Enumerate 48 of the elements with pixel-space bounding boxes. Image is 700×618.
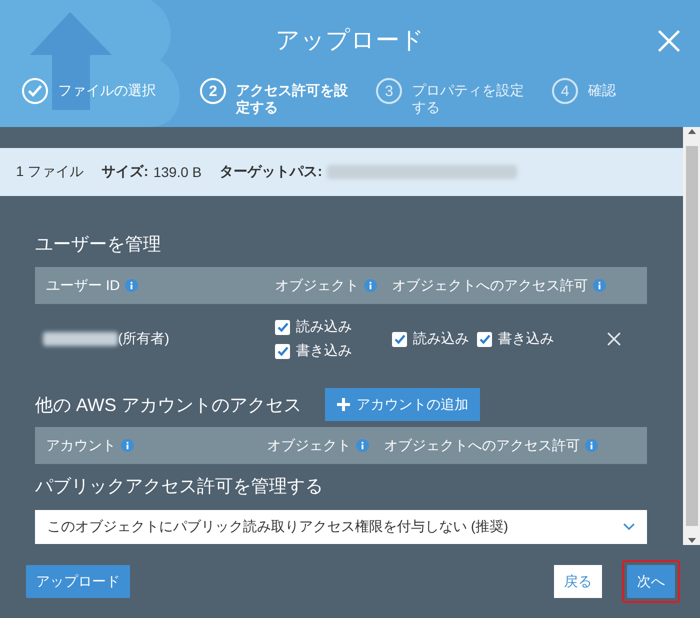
chevron-down-icon: [623, 523, 635, 531]
check-icon: [276, 321, 288, 333]
checkbox[interactable]: 書き込み: [477, 330, 554, 348]
step-label: アクセス許可を設定する: [236, 81, 349, 116]
path-label: ターゲットパス:: [220, 163, 322, 181]
add-account-button[interactable]: アカウントの追加: [325, 388, 480, 421]
check-icon: [394, 333, 406, 345]
scroll-down-icon[interactable]: [688, 538, 696, 543]
plus-icon: [337, 398, 350, 411]
dialog-title: アップロード: [276, 26, 424, 56]
column-header: オブジェクトへのアクセス許可: [384, 436, 580, 454]
step-number: 3: [376, 78, 402, 104]
step-number: 2: [200, 78, 226, 104]
size-value: 139.0 B: [153, 164, 202, 180]
check-icon: [478, 333, 490, 345]
info-icon[interactable]: [356, 439, 369, 452]
column-header: オブジェクト: [275, 276, 359, 294]
checkbox[interactable]: 読み込み: [275, 318, 352, 336]
access-select[interactable]: このオブジェクトにパブリック読み取りアクセス権限を付与しない (推奨): [35, 510, 647, 544]
info-icon[interactable]: [121, 439, 134, 452]
check-icon: [276, 345, 288, 357]
column-header: オブジェクト: [267, 436, 351, 454]
step-label: プロパティを設定する: [412, 81, 525, 116]
info-icon[interactable]: [124, 279, 138, 292]
section-heading: パブリックアクセス許可を管理する: [35, 475, 324, 498]
scrollbar[interactable]: [683, 127, 700, 545]
column-header: ユーザー ID: [46, 276, 120, 294]
step-label: 確認: [588, 81, 616, 99]
owner-label: (所有者): [118, 330, 170, 348]
column-header: オブジェクトへのアクセス許可: [392, 276, 588, 294]
section-heading: 他の AWS アカウントのアクセス: [35, 394, 302, 416]
file-count: 1 ファイル: [16, 163, 84, 181]
info-icon[interactable]: [593, 279, 606, 292]
upload-button[interactable]: アップロード: [26, 565, 130, 598]
column-header: アカウント: [46, 436, 116, 454]
size-label: サイズ:: [102, 163, 148, 181]
checkbox[interactable]: 書き込み: [275, 342, 352, 360]
back-button[interactable]: 戻る: [554, 565, 602, 598]
close-button[interactable]: [656, 28, 682, 54]
checkbox[interactable]: 読み込み: [392, 330, 469, 348]
step-number: 4: [552, 78, 578, 104]
info-icon[interactable]: [364, 279, 377, 292]
info-icon[interactable]: [585, 439, 598, 452]
step-label: ファイルの選択: [58, 81, 156, 99]
next-button[interactable]: 次へ: [627, 565, 675, 598]
section-heading: ユーザーを管理: [35, 233, 162, 256]
scroll-up-icon[interactable]: [688, 129, 696, 134]
remove-icon[interactable]: [607, 332, 621, 346]
